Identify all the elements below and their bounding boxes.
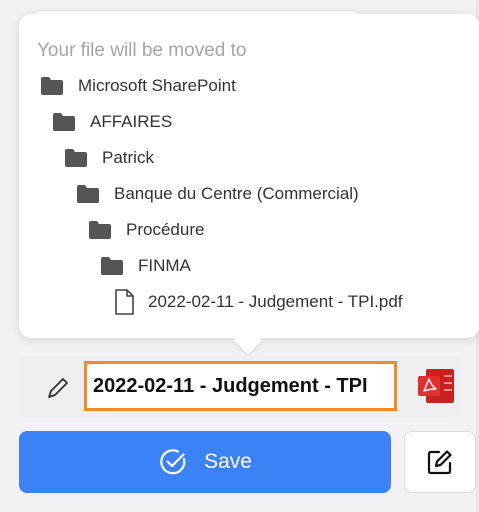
edit-button[interactable]	[404, 431, 476, 493]
folder-icon	[41, 77, 63, 95]
tree-item-label: Procédure	[126, 220, 205, 239]
tree-item-label: 2022-02-11 - Judgement - TPI.pdf	[148, 292, 403, 311]
tree-item-procedure: Procédure	[88, 216, 204, 244]
folder-icon	[77, 185, 99, 203]
tree-item-banque-du-centre: Banque du Centre (Commercial)	[76, 180, 359, 208]
tree-item-label: AFFAIRES	[90, 112, 173, 131]
tree-item-file: 2022-02-11 - Judgement - TPI.pdf	[114, 288, 403, 316]
check-circle-icon	[160, 449, 186, 475]
file-name-input[interactable]	[84, 361, 397, 411]
folder-icon	[53, 113, 75, 131]
tree-item-label: Banque du Centre (Commercial)	[114, 184, 359, 203]
pencil-icon[interactable]	[44, 374, 72, 402]
save-label: Save	[204, 450, 252, 473]
tree-item-label: Patrick	[102, 148, 154, 167]
tree-item-affaires: AFFAIRES	[52, 108, 172, 136]
destination-popover: Your file will be moved to Microsoft Sha…	[19, 14, 479, 338]
edit-square-icon	[427, 450, 452, 475]
folder-icon	[89, 221, 111, 239]
tree-item-label: Microsoft SharePoint	[78, 76, 236, 95]
popover-title: Your file will be moved to	[37, 40, 247, 61]
folder-icon	[101, 257, 123, 275]
tree-item-microsoft-sharepoint: Microsoft SharePoint	[40, 72, 236, 100]
pdf-icon	[418, 369, 454, 403]
file-icon	[115, 289, 134, 315]
tree-item-finma: FINMA	[100, 252, 191, 280]
folder-icon	[65, 149, 87, 167]
tree-item-label: FINMA	[138, 256, 191, 275]
save-button[interactable]: Save	[19, 431, 391, 493]
tree-item-patrick: Patrick	[64, 144, 154, 172]
